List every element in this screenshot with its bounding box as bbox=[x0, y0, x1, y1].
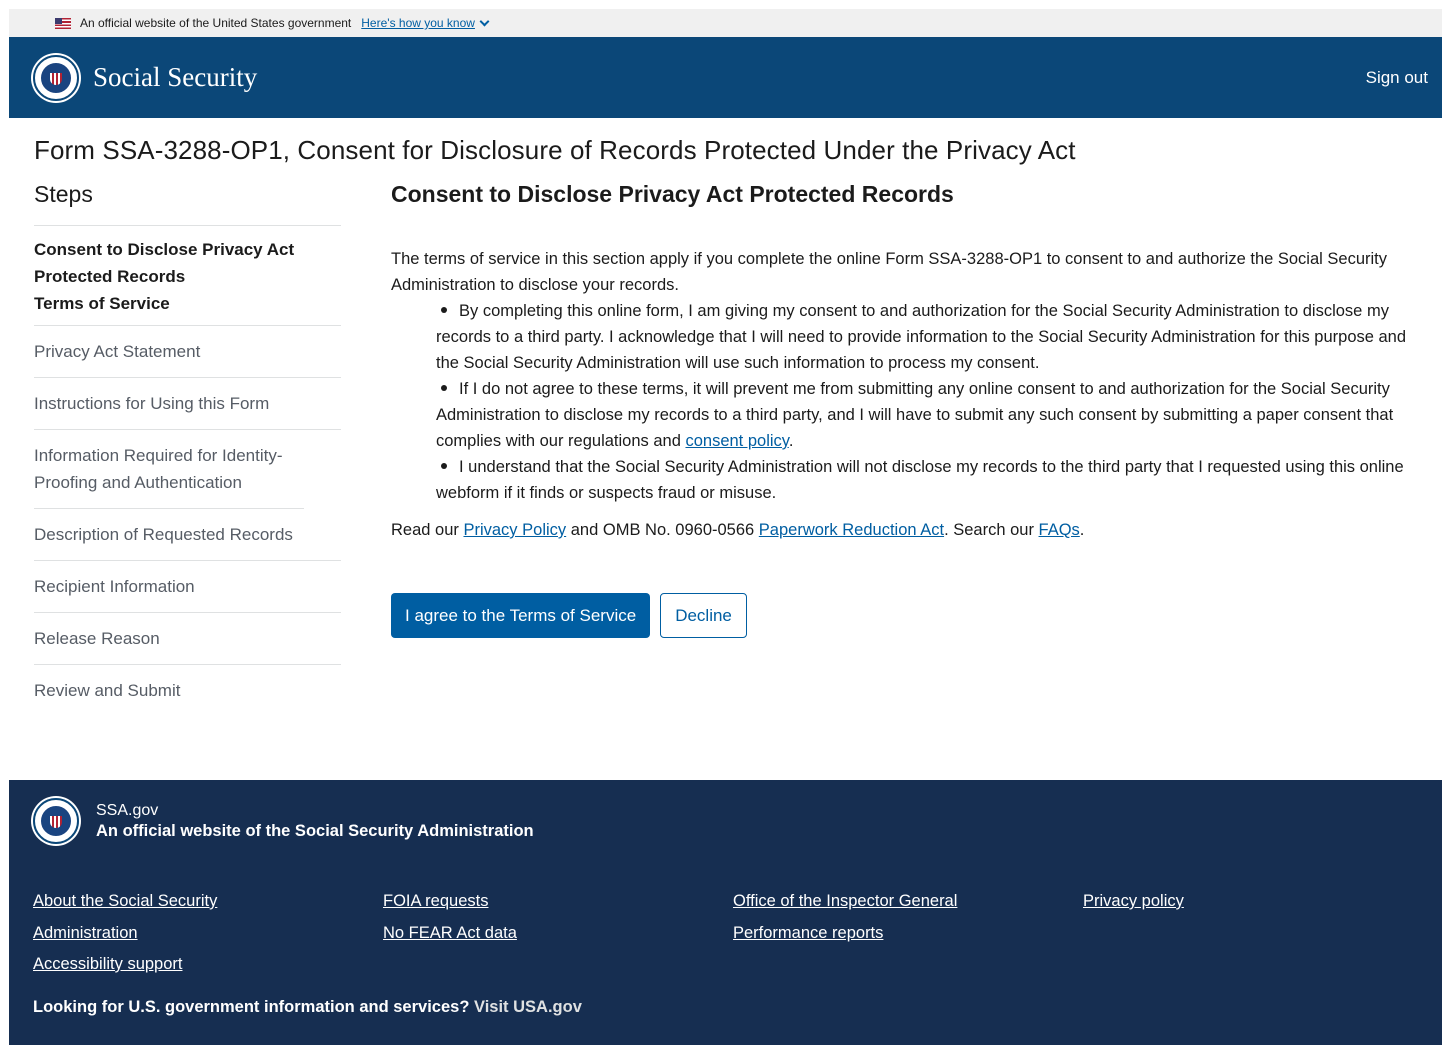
footer-link-foia[interactable]: FOIA requests bbox=[383, 886, 733, 918]
chevron-down-icon bbox=[479, 16, 490, 26]
footer-site-name: SSA.gov bbox=[96, 802, 159, 819]
step-privacy-act-statement: Privacy Act Statement bbox=[34, 326, 341, 378]
terms-item: I understand that the Social Security Ad… bbox=[436, 454, 1431, 506]
brand-name: Social Security bbox=[93, 62, 258, 92]
footer-link-about-ssa[interactable]: About the Social Security Administration bbox=[33, 886, 243, 949]
step-review-submit: Review and Submit bbox=[34, 681, 181, 700]
paperwork-reduction-act-link[interactable]: Paperwork Reduction Act bbox=[759, 521, 944, 539]
ssa-seal-icon bbox=[33, 54, 79, 101]
footer-column: Office of the Inspector General Performa… bbox=[733, 886, 1083, 981]
sign-out-link[interactable]: Sign out bbox=[1366, 68, 1428, 88]
footer-link-accessibility[interactable]: Accessibility support bbox=[33, 949, 383, 981]
official-site-text: An official website of the United States… bbox=[80, 16, 352, 30]
step-requested-records: Description of Requested Records bbox=[34, 509, 341, 561]
steps-title: Steps bbox=[34, 181, 341, 226]
footer-link-inspector-general[interactable]: Office of the Inspector General bbox=[733, 886, 1083, 918]
site-footer: SSA.gov An official website of the Socia… bbox=[9, 780, 1442, 1045]
main-content: Consent to Disclose Privacy Act Protecte… bbox=[391, 181, 1431, 638]
footer-column: About the Social Security Administration… bbox=[33, 886, 383, 981]
us-flag-icon bbox=[55, 17, 71, 29]
footer-usagov: Looking for U.S. government information … bbox=[33, 998, 582, 1017]
footer-column: FOIA requests No FEAR Act data bbox=[383, 886, 733, 981]
step-identity-proofing: Information Required for Identity-Proofi… bbox=[34, 430, 304, 509]
footer-column: Privacy policy bbox=[1083, 886, 1433, 981]
footer-link-privacy-policy[interactable]: Privacy policy bbox=[1083, 886, 1433, 918]
page: An official website of the United States… bbox=[9, 9, 1442, 1045]
steps-nav: Steps Consent to Disclose Privacy Act Pr… bbox=[34, 181, 341, 716]
step-recipient-information: Recipient Information bbox=[34, 561, 341, 613]
bullet-icon bbox=[441, 385, 447, 392]
terms-item-text: By completing this online form, I am giv… bbox=[436, 302, 1407, 372]
usagov-text: Looking for U.S. government information … bbox=[33, 998, 474, 1016]
footer-links: About the Social Security Administration… bbox=[33, 886, 1433, 981]
terms-item-text: If I do not agree to these terms, it wil… bbox=[436, 380, 1394, 450]
site-header: Social Security Sign out bbox=[9, 37, 1442, 118]
home-logo-link[interactable]: Social Security bbox=[33, 54, 258, 101]
step-instructions: Instructions for Using this Form bbox=[34, 378, 341, 430]
action-buttons: I agree to the Terms of Service Decline bbox=[391, 593, 1431, 638]
heres-how-you-know-link[interactable]: Here's how you know bbox=[361, 16, 490, 30]
search-our-text: . Search our bbox=[944, 521, 1039, 539]
terms-item-text: I understand that the Social Security Ad… bbox=[436, 458, 1404, 502]
policy-links-line: Read our Privacy Policy and OMB No. 0960… bbox=[391, 517, 1431, 543]
page-title: Form SSA-3288-OP1, Consent for Disclosur… bbox=[34, 135, 1076, 165]
ssa-seal-icon bbox=[33, 798, 79, 844]
consent-policy-link[interactable]: consent policy bbox=[685, 432, 788, 450]
terms-item-end: . bbox=[788, 432, 794, 450]
bullet-icon bbox=[441, 307, 447, 314]
gov-banner: An official website of the United States… bbox=[9, 9, 1442, 37]
bullet-icon bbox=[441, 463, 447, 470]
steps-list: Consent to Disclose Privacy Act Protecte… bbox=[34, 226, 341, 716]
terms-item: If I do not agree to these terms, it wil… bbox=[436, 376, 1431, 454]
footer-official-text: An official website of the Social Securi… bbox=[96, 822, 534, 840]
terms-list: By completing this online form, I am giv… bbox=[391, 298, 1431, 506]
period-text: . bbox=[1079, 521, 1085, 539]
read-our-text: Read our bbox=[391, 521, 464, 539]
faqs-link[interactable]: FAQs bbox=[1039, 521, 1080, 539]
terms-intro: The terms of service in this section app… bbox=[391, 250, 1388, 294]
footer-brand: SSA.gov An official website of the Socia… bbox=[33, 798, 534, 844]
section-heading: Consent to Disclose Privacy Act Protecte… bbox=[391, 181, 954, 207]
heres-how-you-know-label: Here's how you know bbox=[361, 16, 475, 30]
footer-link-no-fear[interactable]: No FEAR Act data bbox=[383, 918, 733, 950]
omb-text: and OMB No. 0960-0566 bbox=[566, 521, 759, 539]
terms-item: By completing this online form, I am giv… bbox=[436, 298, 1431, 376]
footer-link-performance-reports[interactable]: Performance reports bbox=[733, 918, 1083, 950]
agree-button[interactable]: I agree to the Terms of Service bbox=[391, 593, 651, 638]
step-release-reason: Release Reason bbox=[34, 613, 341, 665]
step-current-subtitle: Terms of Service bbox=[34, 294, 170, 313]
visit-usagov-link[interactable]: Visit USA.gov bbox=[474, 998, 582, 1016]
privacy-policy-link[interactable]: Privacy Policy bbox=[463, 521, 566, 539]
decline-button[interactable]: Decline bbox=[660, 593, 747, 638]
step-current: Consent to Disclose Privacy Act Protecte… bbox=[34, 226, 341, 326]
step-current-title: Consent to Disclose Privacy Act Protecte… bbox=[34, 240, 295, 286]
